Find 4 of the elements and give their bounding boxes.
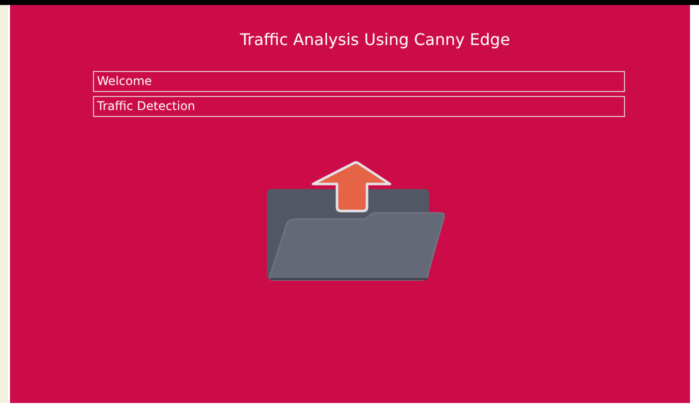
menu-item[interactable]: Welcome [93, 71, 625, 92]
folder-upload-icon[interactable] [267, 161, 447, 281]
menu-item[interactable]: Traffic Detection [93, 96, 625, 117]
page-title: Traffic Analysis Using Canny Edge [238, 30, 510, 49]
